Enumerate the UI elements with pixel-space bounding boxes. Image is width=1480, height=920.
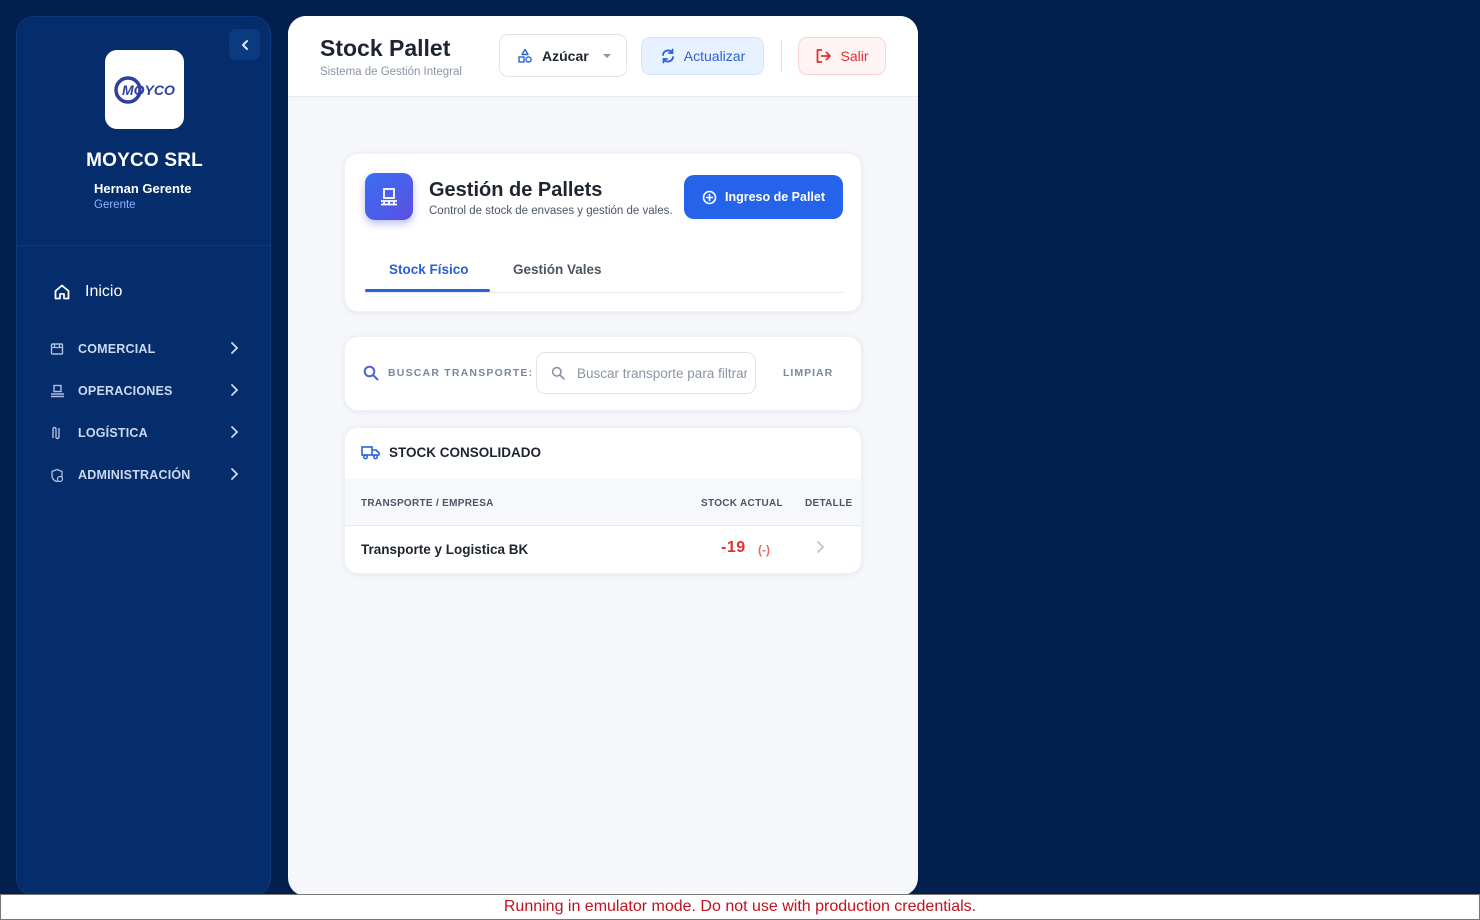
- column-header-detalle: DETALLE: [805, 498, 853, 509]
- search-icon: [551, 366, 565, 380]
- sidebar: MOYCO MOYCO SRL Hernan Gerente Gerente I…: [16, 16, 272, 896]
- company-logo: MOYCO: [105, 50, 184, 129]
- search-icon: [363, 365, 379, 381]
- chevron-left-icon: [241, 39, 248, 50]
- chevron-right-icon: [231, 468, 239, 480]
- management-subtitle: Control de stock de envases y gestión de…: [429, 205, 673, 217]
- add-pallet-label: Ingreso de Pallet: [724, 190, 826, 204]
- sidebar-item-label: ADMINISTRACIÓN: [78, 468, 191, 482]
- search-label-text: BUSCAR TRANSPORTE:: [388, 367, 534, 379]
- emulator-warning-banner: Running in emulator mode. Do not use wit…: [0, 894, 1480, 920]
- sidebar-item-label: LOGÍSTICA: [78, 426, 148, 440]
- user-role: Gerente: [94, 199, 136, 211]
- shield-clock-icon: [49, 467, 65, 483]
- stock-sign: (-): [758, 543, 770, 557]
- chevron-right-icon: [231, 384, 239, 396]
- product-select-value: Azúcar: [542, 47, 589, 64]
- table-header: TRANSPORTE / EMPRESA STOCK ACTUAL DETALL…: [345, 479, 861, 526]
- stock-title: STOCK CONSOLIDADO: [389, 445, 542, 460]
- product-select[interactable]: Azúcar: [499, 34, 627, 77]
- stock-value: -19: [721, 539, 746, 556]
- pallet-management-card: Gestión de Pallets Control de stock de e…: [344, 153, 862, 312]
- tab-bar: Stock Físico Gestión Vales: [365, 250, 843, 293]
- sidebar-item-comercial[interactable]: COMERCIAL: [49, 338, 239, 360]
- table-row[interactable]: Transporte y Logistica BK -19 (-): [345, 525, 861, 573]
- logout-icon: [817, 49, 832, 63]
- column-header-stock: STOCK ACTUAL: [701, 498, 783, 509]
- company-name: MOYCO SRL: [86, 150, 203, 171]
- pallet-icon: [365, 173, 413, 220]
- refresh-button-label: Actualizar: [683, 48, 746, 64]
- active-tab-indicator: [365, 289, 490, 292]
- add-pallet-button[interactable]: Ingreso de Pallet: [684, 175, 843, 219]
- plus-circle-icon: [702, 190, 717, 204]
- search-label: BUSCAR TRANSPORTE:: [363, 365, 533, 381]
- main-panel: Stock Pallet Sistema de Gestión Integral…: [288, 16, 918, 896]
- sidebar-item-logistica[interactable]: LOGÍSTICA: [49, 422, 239, 444]
- refresh-button[interactable]: Actualizar: [641, 37, 764, 75]
- management-title: Gestión de Pallets: [429, 179, 603, 201]
- route-icon: [49, 425, 65, 441]
- chevron-right-icon: [231, 342, 239, 354]
- top-bar: Stock Pallet Sistema de Gestión Integral…: [288, 16, 918, 97]
- tab-stock-fisico[interactable]: Stock Físico: [389, 262, 469, 277]
- page-subtitle: Sistema de Gestión Integral: [320, 66, 462, 78]
- stock-table-card: STOCK CONSOLIDADO TRANSPORTE / EMPRESA S…: [344, 427, 862, 574]
- forklift-icon: [49, 383, 65, 399]
- chevron-right-icon: [231, 426, 239, 438]
- svg-text:MOYCO: MOYCO: [122, 82, 175, 98]
- truck-icon: [361, 446, 380, 460]
- search-input[interactable]: [575, 364, 749, 382]
- shapes-icon: [518, 48, 532, 63]
- sidebar-item-administracion[interactable]: ADMINISTRACIÓN: [49, 464, 239, 486]
- stock-header: STOCK CONSOLIDADO: [361, 445, 541, 460]
- sidebar-divider: [17, 245, 272, 246]
- tab-gestion-vales[interactable]: Gestión Vales: [513, 262, 602, 277]
- page-title: Stock Pallet: [320, 35, 451, 61]
- sidebar-item-operaciones[interactable]: OPERACIONES: [49, 380, 239, 402]
- sidebar-item-label: Inicio: [85, 283, 123, 300]
- caret-down-icon: [602, 53, 611, 58]
- sidebar-item-inicio[interactable]: Inicio: [53, 283, 122, 301]
- home-icon: [54, 284, 70, 300]
- logout-button-label: Salir: [840, 48, 869, 64]
- refresh-icon: [661, 48, 674, 64]
- sidebar-item-label: COMERCIAL: [78, 342, 156, 356]
- column-header-transporte: TRANSPORTE / EMPRESA: [361, 498, 494, 509]
- store-icon: [49, 341, 65, 357]
- user-name: Hernan Gerente: [94, 181, 192, 196]
- search-card: BUSCAR TRANSPORTE: LIMPIAR: [344, 336, 862, 411]
- search-field[interactable]: [536, 352, 756, 394]
- clear-button[interactable]: LIMPIAR: [783, 367, 833, 379]
- transport-name: Transporte y Logistica BK: [361, 542, 529, 557]
- topbar-divider: [781, 40, 782, 72]
- sidebar-collapse-button[interactable]: [229, 29, 260, 60]
- chevron-right-icon[interactable]: [815, 540, 825, 554]
- logout-button[interactable]: Salir: [798, 37, 886, 75]
- sidebar-item-label: OPERACIONES: [78, 384, 173, 398]
